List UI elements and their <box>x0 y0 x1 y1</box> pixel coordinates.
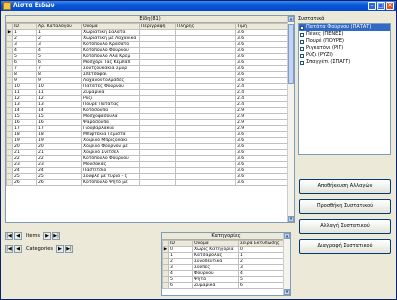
component-item[interactable]: Πουρέ (ΠΟΥΡΕ) <box>299 38 390 45</box>
table-cell[interactable]: Κοτόπουλο Ψητό με <box>81 179 140 186</box>
last-record-icon[interactable]: ▶| <box>52 231 60 240</box>
component-item[interactable]: Πατάτα Φούρνου (ΠΑΤΑΤ) <box>299 24 390 31</box>
categories-table: ID Όνομα Σειρά Εκτύπωσης ▶ 0 Χωρίς Κατηγορ… <box>162 240 285 289</box>
add-component-button[interactable]: Προσθήκη Συστατικού <box>299 199 391 214</box>
window-title: Λίστα Ειδών <box>13 2 55 9</box>
title-bar[interactable]: Λίστα Ειδών – □ ✕ <box>1 1 396 11</box>
items-vertical-scrollbar[interactable]: ▲ ▼ <box>287 16 294 222</box>
scroll-up-arrow-icon[interactable]: ▲ <box>288 16 294 22</box>
table-cell[interactable]: Ζυμαρικά <box>192 282 239 289</box>
categories-nav-label: Categories <box>26 245 53 252</box>
table-cell[interactable]: 26 <box>36 179 82 186</box>
component-item[interactable]: Σπαγγέτι (ΣΠΑΓΓ) <box>299 59 390 66</box>
checkbox-icon[interactable] <box>300 53 304 58</box>
items-table: ID Αρ. Καταλόγου Όνομα Περιγραφή Πλήρης … <box>6 23 289 186</box>
table-cell[interactable]: 26 <box>12 179 37 186</box>
scroll-thumb[interactable] <box>288 24 294 84</box>
checkbox-icon[interactable] <box>300 32 304 37</box>
next-record-icon[interactable]: ▶ <box>43 231 51 240</box>
table-cell[interactable]: 3.6 <box>235 179 289 186</box>
component-item-label: Πένες (ΠΕΝΕΣ) <box>306 31 344 37</box>
column-header[interactable]: Σειρά Εκτύπωσης <box>238 240 285 247</box>
prev-record-icon[interactable]: ◀ <box>14 244 22 253</box>
items-navigator: |◀ ◀ Items ▶ ▶| <box>5 231 61 240</box>
component-item-label: Ρύζι (ΡΥΖΙ) <box>306 52 333 58</box>
table-cell[interactable]: Χωρίς Κατηγορία <box>192 246 239 253</box>
first-record-icon[interactable]: |◀ <box>5 231 13 240</box>
components-label: Συστατικά <box>298 16 325 22</box>
categories-navigator: |◀ ◀ Categories ▶ ▶| <box>5 244 74 253</box>
components-listbox[interactable]: Πατάτα Φούρνου (ΠΑΤΑΤ) Πένες (ΠΕΝΕΣ) Πουρέ… <box>298 23 391 155</box>
table-cell[interactable]: 6 <box>238 282 285 289</box>
checkbox-icon[interactable] <box>300 25 304 30</box>
checkbox-icon[interactable] <box>300 39 304 44</box>
scroll-down-arrow-icon[interactable]: ▼ <box>288 216 294 222</box>
change-component-button[interactable]: Αλλαγή Συστατικού <box>299 219 391 234</box>
main-window: Λίστα Ειδών – □ ✕ Είδη(81) ID Αρ. Καταλό… <box>0 0 397 300</box>
component-item[interactable]: Πένες (ΠΕΝΕΣ) <box>299 31 390 38</box>
items-header-row: ID Αρ. Καταλόγου Όνομα Περιγραφή Πλήρης … <box>6 23 289 30</box>
items-grid-caption: Είδη(81) <box>6 16 294 23</box>
scroll-up-arrow-icon[interactable]: ▲ <box>284 233 290 239</box>
categories-vertical-scrollbar[interactable]: ▲ ▼ <box>283 233 290 295</box>
scroll-down-arrow-icon[interactable]: ▼ <box>284 289 290 295</box>
component-item-label: Σπαγγέτι (ΣΠΑΓΓ) <box>306 59 351 65</box>
component-item[interactable]: Ρύζι (ΡΥΖΙ) <box>299 52 390 59</box>
categories-grid-caption: Κατηγορίες <box>162 233 290 240</box>
prev-record-icon[interactable]: ◀ <box>14 231 22 240</box>
table-cell[interactable]: 6 <box>168 282 193 289</box>
maximize-button[interactable]: □ <box>377 2 385 10</box>
next-record-icon[interactable]: ▶ <box>55 244 64 253</box>
checkbox-icon[interactable] <box>300 60 304 65</box>
table-cell[interactable] <box>175 179 236 186</box>
items-nav-label: Items <box>26 232 40 239</box>
table-cell[interactable] <box>139 179 176 186</box>
table-row[interactable]: 6 Ζυμαρικά 6 <box>162 282 285 289</box>
delete-component-button[interactable]: Διαγραφή Συστατικού <box>299 239 391 254</box>
first-record-icon[interactable]: |◀ <box>5 244 13 253</box>
component-item-label: Ριγκατόνι (ΡΙΓ) <box>306 45 344 51</box>
minimize-button[interactable]: – <box>368 2 376 10</box>
component-item-label: Πουρέ (ΠΟΥΡΕ) <box>306 38 345 44</box>
app-icon <box>3 2 11 10</box>
categories-grid[interactable]: Κατηγορίες ID Όνομα Σειρά Εκτύπωσης ▶ 0 Χω… <box>161 232 291 296</box>
table-cell[interactable]: Χωριάτικη με Λαχανικά <box>81 35 140 42</box>
table-row[interactable]: 26 26 Κοτόπουλο Ψητό με 3.6 <box>6 179 289 186</box>
last-record-icon[interactable]: ▶| <box>64 244 73 253</box>
component-item[interactable]: Ριγκατόνι (ΡΙΓ) <box>299 45 390 52</box>
component-item-label: Πατάτα Φούρνου (ΠΑΤΑΤ) <box>306 24 372 30</box>
save-changes-button[interactable]: Αποθήκευση Αλλαγών <box>299 179 391 194</box>
checkbox-icon[interactable] <box>300 46 304 51</box>
close-button[interactable]: ✕ <box>386 2 394 10</box>
items-grid[interactable]: Είδη(81) ID Αρ. Καταλόγου Όνομα Περιγραφ… <box>5 15 295 223</box>
